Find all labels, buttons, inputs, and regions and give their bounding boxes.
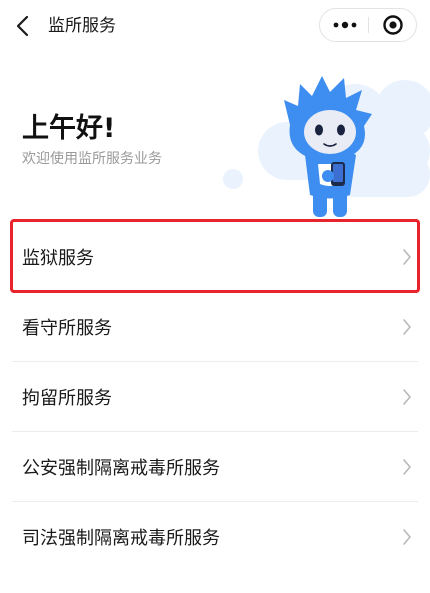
service-item-custody-center[interactable]: 拘留所服务 [12, 362, 418, 432]
service-item-prison[interactable]: 监狱服务 [12, 222, 418, 292]
welcome-subtitle: 欢迎使用监所服务业务 [22, 151, 162, 167]
greeting-text: 上午好! [22, 113, 116, 144]
close-mini-program-button[interactable] [369, 9, 416, 41]
service-item-judicial-rehab-center[interactable]: 司法强制隔离戒毒所服务 [12, 502, 418, 571]
service-item-police-rehab-center[interactable]: 公安强制隔离戒毒所服务 [12, 432, 418, 502]
chevron-right-icon [403, 319, 411, 335]
greeting-hero: 上午好! 欢迎使用监所服务业务 [0, 60, 430, 220]
service-item-detention-center[interactable]: 看守所服务 [12, 292, 418, 362]
page-title: 监所服务 [48, 16, 116, 36]
mini-program-capsule [319, 8, 417, 42]
service-item-label: 司法强制隔离戒毒所服务 [22, 527, 220, 549]
chevron-left-icon [16, 15, 29, 37]
service-list: 监狱服务 看守所服务 拘留所服务 公安强制隔离戒毒所服务 司法强制隔离戒毒所服务 [0, 222, 430, 571]
navigation-bar: 监所服务 [0, 0, 430, 52]
service-item-label: 看守所服务 [22, 317, 112, 339]
chevron-right-icon [403, 459, 411, 475]
chevron-right-icon [403, 249, 411, 265]
service-item-label: 监狱服务 [22, 247, 94, 269]
service-item-label: 拘留所服务 [22, 387, 112, 409]
back-button[interactable] [12, 13, 36, 39]
chevron-right-icon [403, 389, 411, 405]
service-item-label: 公安强制隔离戒毒所服务 [22, 457, 220, 479]
more-button[interactable] [320, 9, 369, 41]
target-close-icon [382, 15, 403, 35]
chevron-right-icon [403, 529, 411, 545]
more-dots-icon [333, 21, 356, 29]
